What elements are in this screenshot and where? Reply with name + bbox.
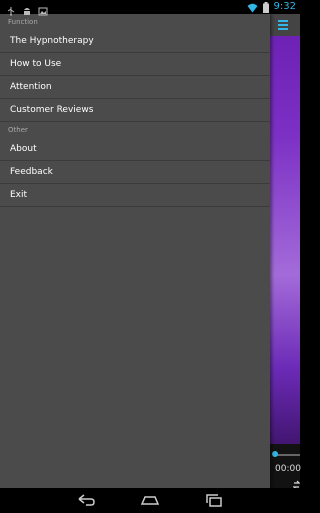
status-bar: 9:32: [0, 0, 300, 17]
usb-icon: [6, 1, 16, 16]
drawer-item-exit[interactable]: Exit: [0, 184, 270, 207]
app-background: 00:00: [270, 14, 301, 490]
section-header-other: Other: [8, 126, 28, 134]
battery-icon: [262, 0, 269, 17]
menu-icon[interactable]: [278, 20, 288, 30]
navigation-drawer: Function The Hypnotherapy How to Use Att…: [0, 14, 270, 488]
app-action-bar: [270, 14, 300, 36]
drawer-item-feedback[interactable]: Feedback: [0, 161, 270, 184]
drawer-item-hypnotherapy[interactable]: The Hypnotherapy: [0, 30, 270, 53]
player-controls: 00:00: [270, 444, 301, 490]
seek-knob[interactable]: [272, 451, 278, 457]
home-icon[interactable]: [137, 491, 163, 509]
elapsed-time: 00:00: [275, 464, 301, 474]
drawer-item-customer-reviews[interactable]: Customer Reviews: [0, 99, 270, 122]
repeat-icon[interactable]: [292, 475, 301, 490]
system-nav-bar: [0, 488, 300, 512]
image-icon: [38, 1, 48, 16]
drawer-item-attention[interactable]: Attention: [0, 76, 270, 99]
drawer-item-about[interactable]: About: [0, 138, 270, 161]
wifi-icon: [247, 0, 258, 17]
back-icon[interactable]: [73, 491, 99, 509]
android-icon: [22, 1, 32, 15]
status-time: 9:32: [273, 1, 296, 12]
section-header-function: Function: [8, 18, 38, 26]
recent-apps-icon[interactable]: [201, 491, 227, 509]
drawer-item-how-to-use[interactable]: How to Use: [0, 53, 270, 76]
